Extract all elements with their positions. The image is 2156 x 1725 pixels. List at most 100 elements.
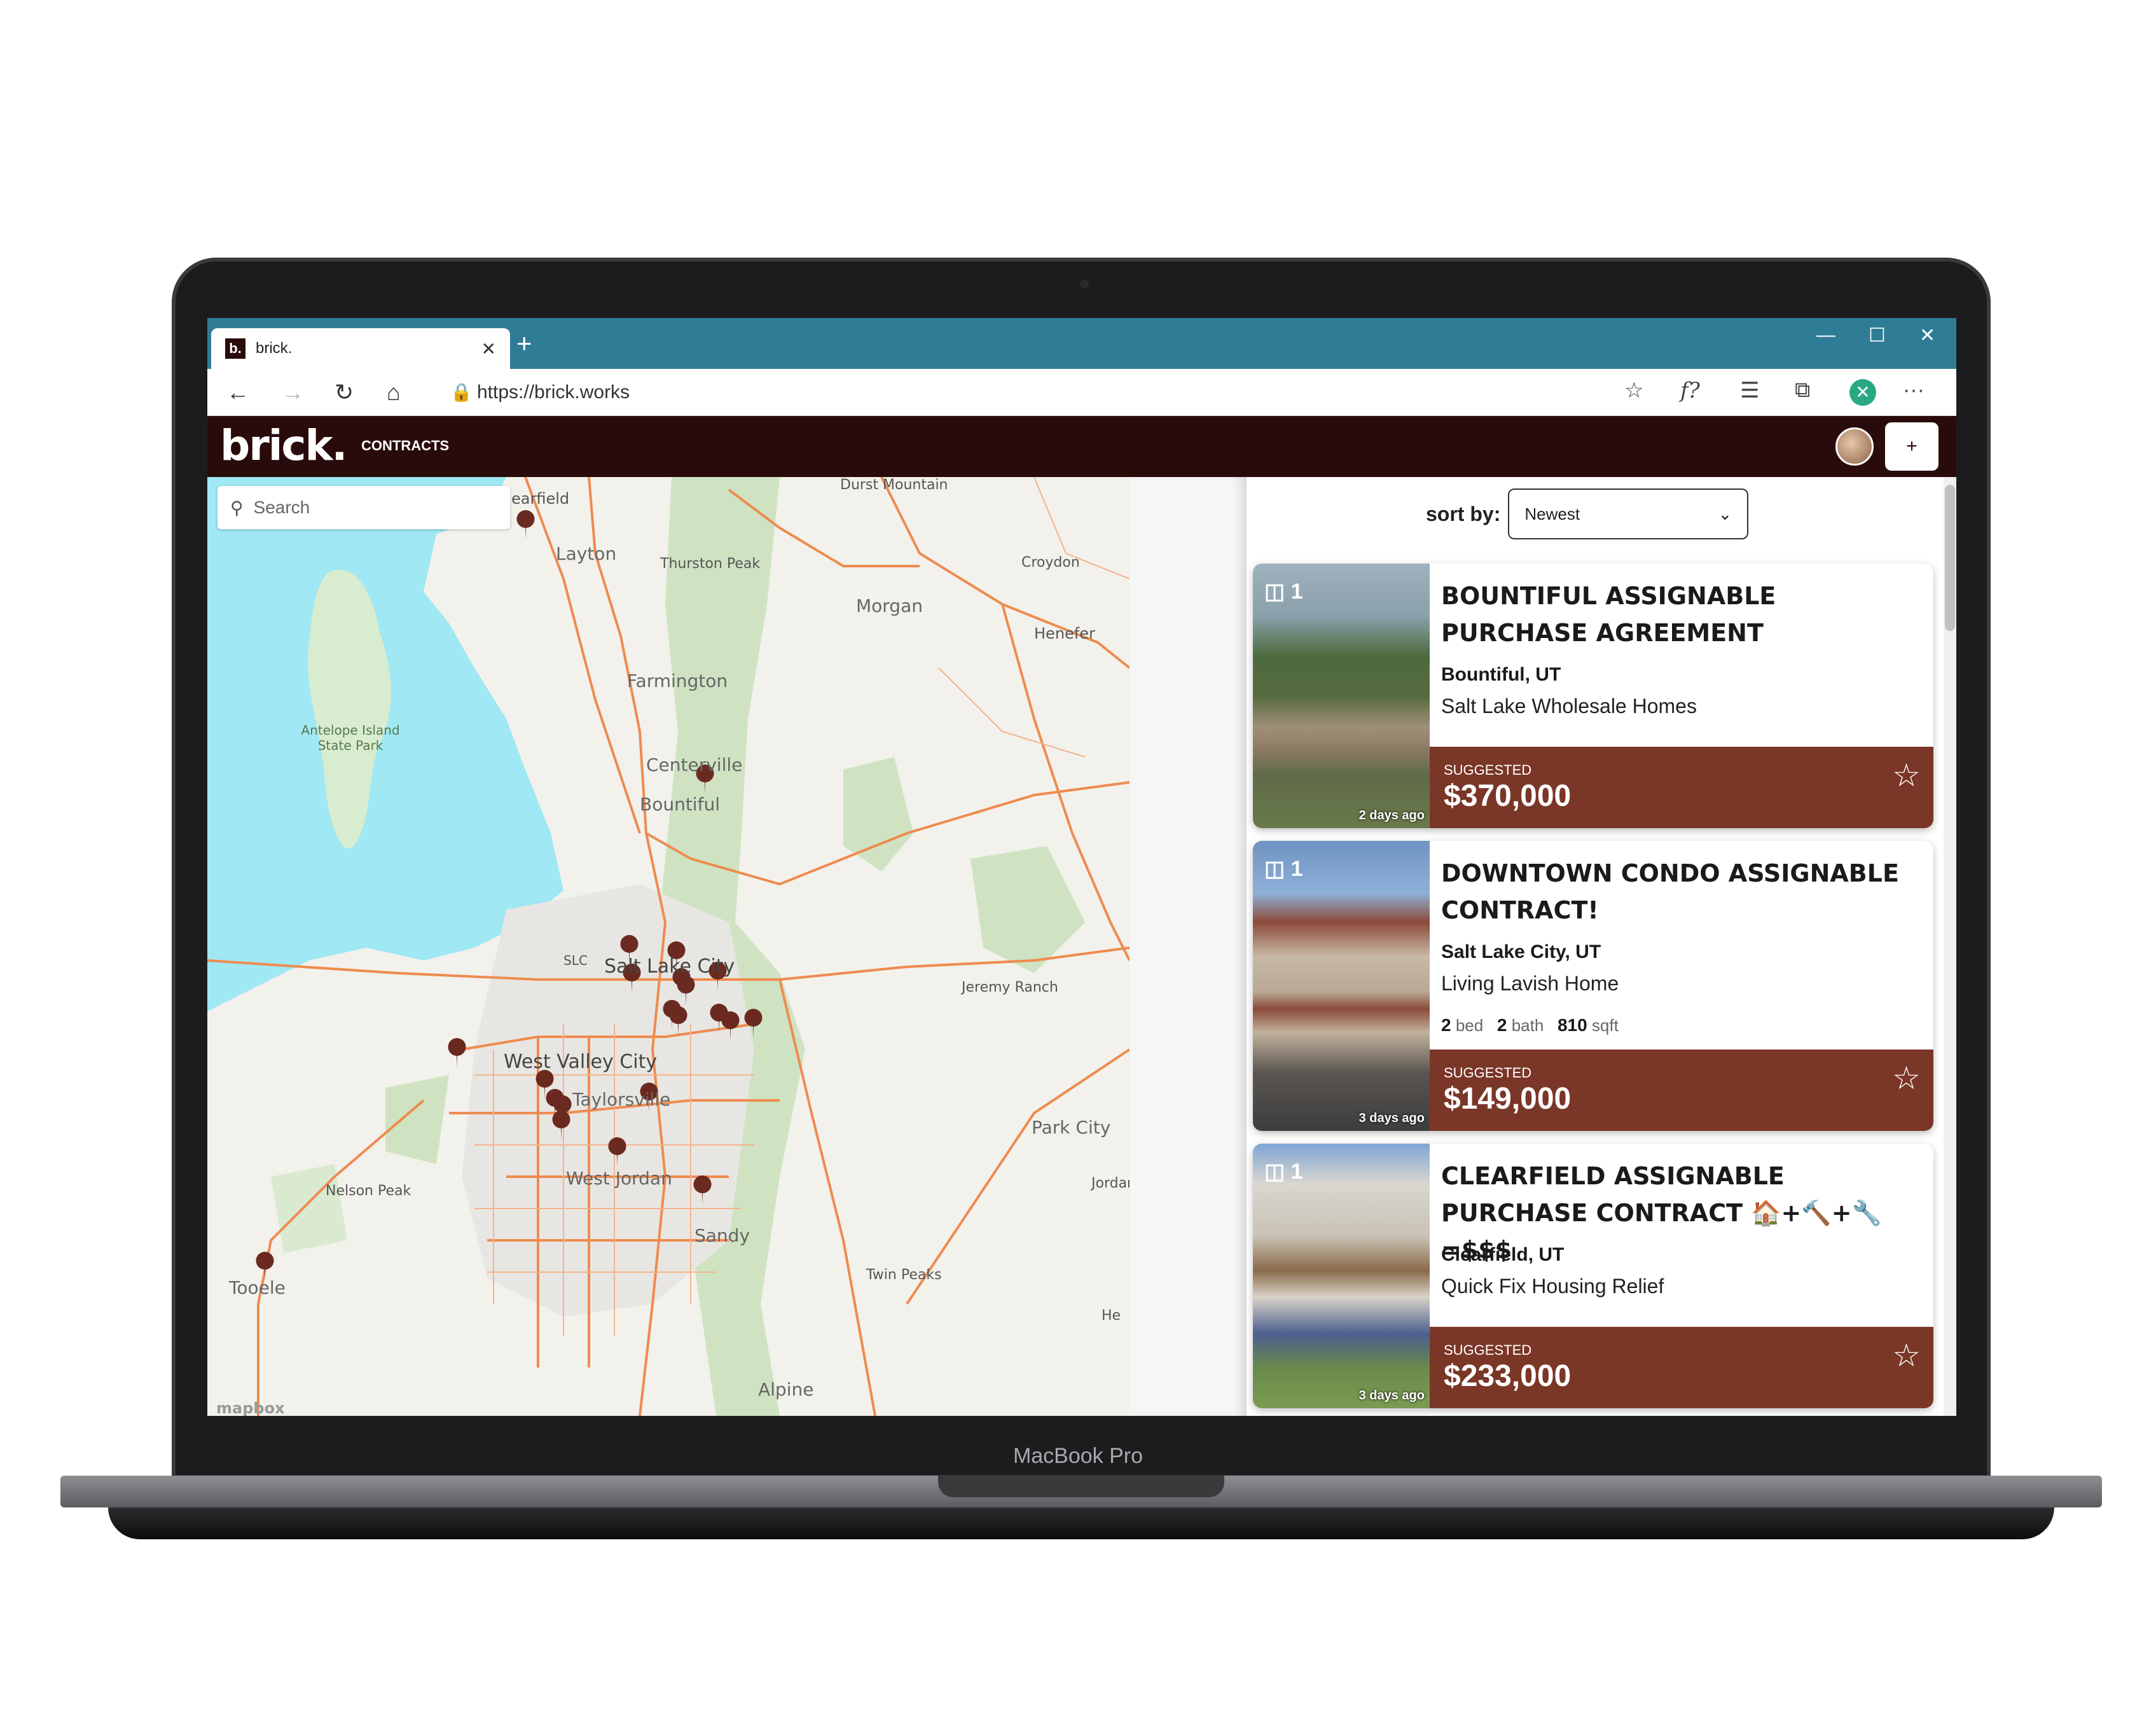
- map-label: Antelope Island State Park: [301, 723, 400, 753]
- map-label: SLC: [563, 953, 588, 968]
- card-title[interactable]: BOUNTIFUL ASSIGNABLE PURCHASE AGREEMENT: [1441, 578, 1925, 651]
- map-marker: [516, 510, 535, 539]
- laptop-base-bottom: [108, 1507, 2054, 1539]
- favorites-icon[interactable]: ☰: [1740, 378, 1759, 403]
- listing-photo[interactable]: ◫ 1 3 days ago: [1253, 1144, 1430, 1408]
- panel-divider: [1130, 477, 1247, 1416]
- maximize-icon[interactable]: ☐: [1869, 324, 1886, 347]
- map-label: Park City: [1032, 1117, 1111, 1138]
- suggested-label: SUGGESTED: [1444, 762, 1532, 778]
- card-title[interactable]: DOWNTOWN CONDO ASSIGNABLE CONTRACT!: [1441, 855, 1925, 929]
- suggested-label: SUGGESTED: [1444, 1342, 1532, 1358]
- url-field[interactable]: https://brick.works: [477, 382, 630, 403]
- suggested-price: $370,000: [1444, 779, 1572, 813]
- sort-select[interactable]: Newest ⌄: [1508, 488, 1749, 539]
- scrollbar-thumb[interactable]: [1945, 485, 1955, 631]
- map-label: Jeremy Ranch: [962, 980, 1058, 995]
- webcam: [1080, 279, 1089, 288]
- beds-value: 2: [1441, 1015, 1451, 1035]
- search-placeholder: Search: [253, 497, 310, 517]
- device-label: MacBook Pro: [1012, 1444, 1144, 1468]
- map-label: Salt Lake City: [604, 955, 735, 978]
- avatar[interactable]: [1835, 427, 1874, 466]
- map-label: Durst Mountain: [840, 477, 948, 493]
- url-host: brick.works: [534, 382, 630, 403]
- card-company: Quick Fix Housing Relief: [1441, 1275, 1664, 1298]
- price-bar: SUGGESTED $149,000 ☆: [1430, 1050, 1933, 1131]
- profile-icon[interactable]: ✕: [1849, 379, 1876, 406]
- favorite-star-icon[interactable]: ☆: [1892, 1060, 1921, 1097]
- map-label: Bountiful: [640, 794, 720, 815]
- suggested-price: $233,000: [1444, 1359, 1572, 1393]
- card-location: Clearfield, UT: [1441, 1244, 1565, 1265]
- map-label: Henefer: [1034, 625, 1095, 642]
- listing-photo[interactable]: ◫ 1 2 days ago: [1253, 564, 1430, 828]
- map-canvas[interactable]: [207, 477, 1130, 1416]
- favorite-star-icon[interactable]: ☆: [1892, 757, 1921, 794]
- tab-bar: b. brick. ✕ + — ☐ ✕: [207, 318, 1956, 369]
- baths-value: 2: [1496, 1015, 1507, 1035]
- favorite-star-icon[interactable]: ☆: [1624, 378, 1643, 403]
- collections-icon[interactable]: ⧉: [1795, 378, 1810, 403]
- chevron-down-icon: ⌄: [1718, 504, 1732, 523]
- photo-count: ◫ 1: [1264, 856, 1303, 882]
- map-search-input[interactable]: ⚲ Search: [218, 486, 510, 529]
- photo-count-value: 1: [1290, 579, 1303, 604]
- map-label: Twin Peaks: [866, 1267, 942, 1283]
- home-icon[interactable]: ⌂: [387, 379, 401, 406]
- favorite-star-icon[interactable]: ☆: [1892, 1337, 1921, 1374]
- browser-window: b. brick. ✕ + — ☐ ✕ ← → ↻ ⌂ 🔒 https://br…: [207, 318, 1956, 1416]
- map-marker: [448, 1038, 466, 1067]
- minimize-icon[interactable]: —: [1816, 324, 1835, 346]
- contract-card[interactable]: ◫ 1 3 days ago DOWNTOWN CONDO ASSIGNABLE…: [1253, 841, 1933, 1131]
- map-label: earfield: [511, 490, 570, 508]
- more-icon[interactable]: ···: [1903, 378, 1925, 403]
- browser-tab[interactable]: b. brick. ✕: [211, 328, 510, 369]
- favicon: b.: [225, 338, 245, 359]
- window-close-icon[interactable]: ✕: [1919, 324, 1935, 347]
- posted-ago: 3 days ago: [1358, 1389, 1425, 1403]
- green-area-5: [271, 1164, 347, 1253]
- read-aloud-icon[interactable]: f?: [1680, 378, 1700, 403]
- photo-count-value: 1: [1290, 1160, 1303, 1184]
- beds-label: bed: [1455, 1016, 1484, 1035]
- green-area-4: [385, 1075, 449, 1164]
- posted-ago: 3 days ago: [1358, 1111, 1425, 1125]
- card-company: Salt Lake Wholesale Homes: [1441, 695, 1697, 717]
- nav-contracts[interactable]: CONTRACTS: [361, 438, 449, 454]
- laptop-notch: [938, 1476, 1224, 1497]
- map-label: Morgan: [856, 595, 923, 616]
- tab-title: brick.: [256, 340, 293, 357]
- photo-count-value: 1: [1290, 857, 1303, 881]
- search-icon: ⚲: [230, 497, 244, 518]
- close-tab-icon[interactable]: ✕: [481, 338, 496, 359]
- map-label: He: [1102, 1308, 1121, 1324]
- green-area-3: [971, 846, 1085, 973]
- contract-card[interactable]: ◫ 1 3 days ago CLEARFIELD ASSIGNABLE PUR…: [1253, 1144, 1933, 1408]
- sqft-value: 810: [1557, 1015, 1587, 1035]
- photo-count: ◫ 1: [1264, 1159, 1303, 1184]
- baths-label: bath: [1511, 1016, 1544, 1035]
- brick-logo[interactable]: brick.: [220, 421, 348, 470]
- refresh-icon[interactable]: ↻: [335, 379, 354, 406]
- back-icon[interactable]: ←: [226, 379, 249, 406]
- map-panel[interactable]: ⚲ Search earfield Durst Mountain Layton …: [207, 477, 1130, 1416]
- card-company: Living Lavish Home: [1441, 972, 1619, 995]
- add-button[interactable]: +: [1885, 422, 1938, 471]
- address-bar: ← → ↻ ⌂ 🔒 https://brick.works ☆ f? ☰ ⧉ ✕…: [207, 369, 1956, 416]
- app-header: brick. CONTRACTS +: [207, 416, 1956, 477]
- listing-photo[interactable]: ◫ 1 3 days ago: [1253, 841, 1430, 1131]
- suggested-label: SUGGESTED: [1444, 1065, 1532, 1081]
- forward-icon[interactable]: →: [281, 379, 304, 406]
- map-label: Jordan: [1091, 1175, 1130, 1191]
- listing-panel[interactable]: sort by: Newest ⌄ ◫ 1 2 days ago BOUNTIF…: [1247, 477, 1944, 1416]
- sort-label: sort by:: [1426, 502, 1501, 525]
- mapbox-attribution[interactable]: mapbox: [216, 1399, 285, 1416]
- map-label: West Jordan: [566, 1168, 672, 1189]
- map-label: Nelson Peak: [326, 1183, 411, 1199]
- posted-ago: 2 days ago: [1358, 808, 1425, 822]
- lock-icon[interactable]: 🔒: [450, 382, 473, 403]
- new-tab-icon[interactable]: +: [516, 328, 532, 359]
- url-prefix: https://: [477, 382, 535, 403]
- contract-card[interactable]: ◫ 1 2 days ago BOUNTIFUL ASSIGNABLE PURC…: [1253, 564, 1933, 828]
